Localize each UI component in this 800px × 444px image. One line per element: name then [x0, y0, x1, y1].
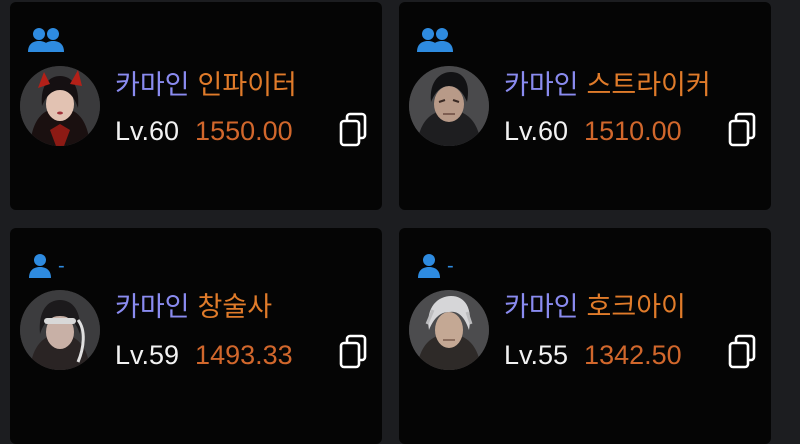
- copy-icon: [339, 334, 367, 369]
- item-level: 1550.00: [195, 116, 293, 146]
- server-name: 카마인: [115, 70, 190, 100]
- copy-button[interactable]: [727, 334, 757, 370]
- character-level: Lv.59: [115, 340, 180, 370]
- character-card[interactable]: 카마인 인파이터 Lv.60 1550.00: [10, 2, 382, 210]
- party-status: -: [28, 252, 65, 280]
- character-stats: Lv.60 1550.00: [115, 114, 293, 148]
- party-label: -: [58, 255, 65, 277]
- solo-user-icon: [417, 253, 441, 279]
- party-label: -: [447, 255, 454, 277]
- server-name: 카마인: [504, 292, 579, 322]
- character-avatar: [20, 66, 100, 146]
- class-name: 스트라이커: [586, 70, 711, 100]
- party-status: [28, 26, 70, 54]
- character-card[interactable]: 카마인 스트라이커 Lv.60 1510.00: [399, 2, 771, 210]
- copy-icon: [728, 334, 756, 369]
- character-name: 카마인 호크아이: [504, 290, 686, 324]
- copy-icon: [339, 112, 367, 147]
- character-stats: Lv.60 1510.00: [504, 114, 682, 148]
- character-card[interactable]: - 카마인 호크아이 Lv.55 1342.50: [399, 228, 771, 444]
- item-level: 1510.00: [584, 116, 682, 146]
- class-name: 창술사: [197, 292, 273, 322]
- character-avatar: [20, 290, 100, 370]
- character-avatar: [409, 66, 489, 146]
- class-name: 인파이터: [197, 70, 297, 100]
- item-level: 1342.50: [584, 340, 682, 370]
- character-name: 카마인 인파이터: [115, 68, 297, 102]
- character-card[interactable]: - 카마인 창술사 Lv.59 1493.33: [10, 228, 382, 444]
- party-status: -: [417, 252, 454, 280]
- class-name: 호크아이: [586, 292, 686, 322]
- copy-button[interactable]: [727, 112, 757, 148]
- copy-icon: [728, 112, 756, 147]
- server-name: 카마인: [504, 70, 579, 100]
- character-level: Lv.60: [115, 116, 180, 146]
- party-status: [417, 26, 459, 54]
- party-group-icon: [417, 27, 453, 53]
- character-avatar: [409, 290, 489, 370]
- party-group-icon: [28, 27, 64, 53]
- character-level: Lv.60: [504, 116, 569, 146]
- item-level: 1493.33: [195, 340, 293, 370]
- copy-button[interactable]: [338, 334, 368, 370]
- server-name: 카마인: [115, 292, 190, 322]
- character-level: Lv.55: [504, 340, 569, 370]
- character-stats: Lv.55 1342.50: [504, 338, 682, 372]
- solo-user-icon: [28, 253, 52, 279]
- character-list: 카마인 인파이터 Lv.60 1550.00 카마인 스트라이커 Lv.60 1…: [0, 0, 800, 444]
- character-stats: Lv.59 1493.33: [115, 338, 293, 372]
- copy-button[interactable]: [338, 112, 368, 148]
- character-name: 카마인 스트라이커: [504, 68, 711, 102]
- character-name: 카마인 창술사: [115, 290, 272, 324]
